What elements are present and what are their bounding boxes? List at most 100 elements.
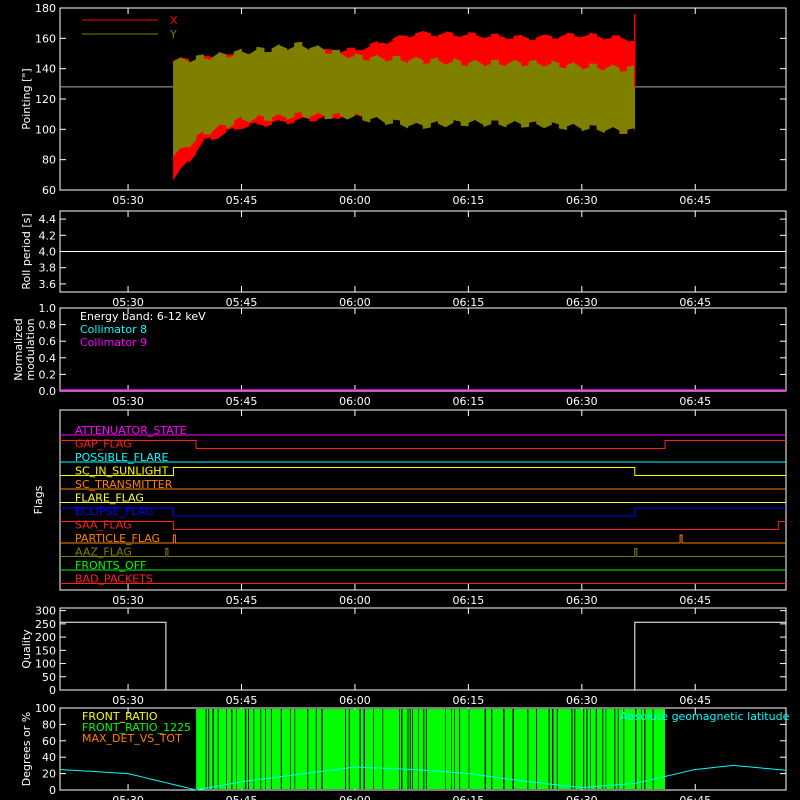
- flag-label-GAP_FLAG: GAP_FLAG: [75, 438, 132, 451]
- x-tick-label: 06:30: [566, 395, 598, 408]
- y-axis-label: Quality: [20, 629, 33, 669]
- y-tick-label: 1.0: [39, 302, 57, 315]
- x-tick-label: 05:45: [226, 594, 258, 607]
- y-tick-label: 0.2: [39, 368, 57, 381]
- y-tick-label: 80: [42, 718, 56, 731]
- x-tick-label: 05:30: [112, 296, 144, 309]
- x-tick-label: 06:30: [566, 594, 598, 607]
- x-tick-label: 05:30: [112, 395, 144, 408]
- quality-line: [60, 621, 786, 691]
- x-tick-label: 06:45: [679, 395, 711, 408]
- x-tick-label: 06:15: [453, 794, 485, 800]
- y-tick-label: 100: [35, 702, 56, 715]
- x-tick-label: 06:30: [566, 296, 598, 309]
- y-tick-label: 50: [42, 671, 56, 684]
- panel-6: 05:30 05:45 06:00 06:15 06:30 06:45 0 20 40 60 80 1…: [20, 702, 790, 800]
- y-axis-label: Pointing ["]: [20, 68, 33, 129]
- y-tick-label: 4.0: [39, 246, 57, 259]
- x-tick-label: 05:45: [226, 194, 258, 207]
- y-tick-label: 100: [35, 123, 56, 136]
- x-tick-label: 05:30: [112, 694, 144, 707]
- flag-line-GAP_FLAG: [60, 440, 786, 449]
- legend-label-X: X: [170, 14, 178, 27]
- x-tick-label: 06:15: [453, 594, 485, 607]
- latitude-annotation: Absolute geomagnetic latitude: [620, 710, 790, 723]
- y-tick-label: 140: [35, 63, 56, 76]
- y-tick-label: 60: [42, 735, 56, 748]
- y-tick-label: 0.0: [39, 385, 57, 398]
- flag-label-SAA_FLAG: SAA_FLAG: [75, 519, 132, 532]
- chart-canvas: 05:30 05:45 06:00 06:15 06:30 06:45 60 80 100 120…: [12, 2, 790, 800]
- y-tick-label: 200: [35, 631, 56, 644]
- y-tick-label: 0.6: [39, 335, 57, 348]
- annotation-1: Energy band: 6-12 keV: [80, 310, 206, 323]
- y-tick-label: 0: [49, 684, 56, 697]
- x-tick-label: 06:30: [566, 694, 598, 707]
- x-tick-label: 06:15: [453, 395, 485, 408]
- y-axis-label-line-2: modulation: [24, 318, 37, 380]
- y-axis-label: Flags: [32, 485, 45, 514]
- flag-line-ECLIPSE_FLAG: [60, 507, 786, 517]
- x-tick-label: 05:45: [226, 794, 258, 800]
- panel-frame: [59, 607, 787, 691]
- legend-label-Y: Y: [169, 28, 177, 41]
- x-tick-label: 06:45: [679, 194, 711, 207]
- y-tick-label: 80: [42, 154, 56, 167]
- x-tick-label: 06:15: [453, 194, 485, 207]
- flag-line-SAA_FLAG: [60, 521, 786, 530]
- y-tick-label: 0.8: [39, 319, 57, 332]
- x-tick-label: 06:45: [679, 794, 711, 800]
- panel-frame: [59, 409, 787, 591]
- flag-label-ECLIPSE_FLAG: ECLIPSE_FLAG: [75, 505, 154, 518]
- y-axis-label: Degrees or %: [20, 712, 33, 786]
- y-tick-label: 20: [42, 768, 56, 781]
- x-tick-label: 06:15: [453, 694, 485, 707]
- x-tick-label: 06:00: [339, 296, 371, 309]
- legend-label-3: MAX_DET_VS_TOT: [82, 732, 182, 745]
- y-tick-label: 4.2: [39, 229, 57, 242]
- flag-line-SC_IN_SUNLIGHT: [60, 467, 786, 476]
- front-ratio-1225-area: [196, 709, 665, 789]
- flag-line-AAZ_FLAG: [60, 548, 786, 557]
- x-tick-label: 06:45: [679, 694, 711, 707]
- y-tick-label: 3.8: [39, 262, 57, 275]
- y-tick-label: 300: [35, 605, 56, 618]
- x-tick-label: 05:45: [226, 395, 258, 408]
- annotation-2: Collimator 8: [80, 323, 147, 336]
- y-tick-label: 150: [35, 644, 56, 657]
- flag-line-PARTICLE_FLAG: [60, 534, 786, 544]
- x-tick-label: 06:45: [679, 296, 711, 309]
- x-tick-label: 06:00: [339, 395, 371, 408]
- x-tick-label: 06:00: [339, 594, 371, 607]
- panel-4: 05:30 05:45 06:00 06:15 06:30 06:45FlagsATTEN…: [32, 409, 787, 607]
- x-tick-label: 06:00: [339, 194, 371, 207]
- y-tick-label: 180: [35, 2, 56, 15]
- x-tick-label: 06:30: [566, 194, 598, 207]
- x-tick-label: 06:15: [453, 296, 485, 309]
- y-tick-label: 3.6: [39, 278, 57, 291]
- y-tick-label: 160: [35, 32, 56, 45]
- x-tick-label: 06:00: [339, 794, 371, 800]
- panel-2: 05:30 05:45 06:00 06:15 06:30 06:45 3.6 3.8 4.0 4…: [20, 210, 787, 309]
- y-tick-label: 4.4: [39, 213, 57, 226]
- y-tick-label: 40: [42, 751, 56, 764]
- panel-5: 05:30 05:45 06:00 06:15 06:30 06:450501001502…: [20, 605, 787, 707]
- y-tick-label: 100: [35, 658, 56, 671]
- y-tick-label: 60: [42, 184, 56, 197]
- x-tick-label: 06:45: [679, 594, 711, 607]
- x-tick-label: 06:00: [339, 694, 371, 707]
- y-tick-label: 120: [35, 93, 56, 106]
- panel-3: 05:30 05:45 06:00 06:15 06:30 06:45 0.0 0.2 0.4 0…: [12, 302, 787, 408]
- y-tick-label: 0.4: [39, 352, 57, 365]
- y-tick-label: 0: [49, 784, 56, 797]
- panel-1: 05:30 05:45 06:00 06:15 06:30 06:45 60 80 100 120…: [20, 2, 787, 207]
- x-tick-label: 06:30: [566, 794, 598, 800]
- annotation-3: Collimator 9: [80, 336, 147, 349]
- y-axis-label: Roll period [s]: [20, 213, 33, 289]
- x-tick-label: 05:30: [112, 194, 144, 207]
- x-tick-label: 05:30: [112, 594, 144, 607]
- x-tick-label: 05:45: [226, 694, 258, 707]
- x-tick-label: 05:45: [226, 296, 258, 309]
- y-tick-label: 250: [35, 618, 56, 631]
- x-tick-label: 05:30: [112, 794, 144, 800]
